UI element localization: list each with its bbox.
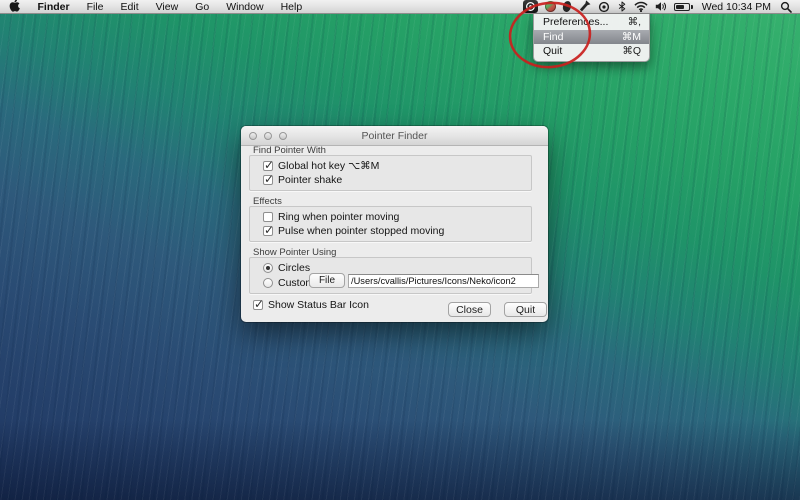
window-title-bar[interactable]: Pointer Finder <box>241 126 548 146</box>
menu-item-finder[interactable]: Finder <box>29 0 78 13</box>
checkbox-pulse-when-stopped[interactable] <box>263 226 273 236</box>
menu-item-window[interactable]: Window <box>218 0 272 13</box>
menu-item-shortcut: ⌘, <box>628 16 641 28</box>
quit-button[interactable]: Quit <box>504 302 547 317</box>
group-box-find-pointer-with: Global hot key ⌥⌘M Pointer shake <box>249 155 532 191</box>
zoom-window-button[interactable] <box>279 132 287 140</box>
menu-bar-status-area: Wed 10:34 PM <box>523 0 800 13</box>
menu-bar-left: Finder File Edit View Go Window Help <box>0 0 311 13</box>
option-circles[interactable]: Circles <box>263 262 310 274</box>
radio-circles[interactable] <box>263 263 273 273</box>
option-label: Pointer shake <box>278 174 342 186</box>
menu-item-file[interactable]: File <box>78 0 112 13</box>
battery-icon[interactable] <box>674 0 693 14</box>
minimize-window-button[interactable] <box>264 132 272 140</box>
close-button[interactable]: Close <box>448 302 491 317</box>
option-ring-when-moving[interactable]: Ring when pointer moving <box>263 211 399 223</box>
volume-icon[interactable] <box>655 0 667 14</box>
radio-custom[interactable] <box>263 278 273 288</box>
pointer-finder-window: Pointer Finder Find Pointer With Global … <box>241 126 548 322</box>
group-box-effects: Ring when pointer moving Pulse when poin… <box>249 206 532 242</box>
option-label: Ring when pointer moving <box>278 211 399 223</box>
menu-item-go[interactable]: Go <box>187 0 218 13</box>
pointer-finder-target-icon[interactable] <box>523 0 538 13</box>
group-box-show-pointer-using: Circles Custom File /Users/cvallis/Pictu… <box>249 257 532 294</box>
option-show-status-bar-icon[interactable]: Show Status Bar Icon <box>253 299 369 311</box>
menu-item-help[interactable]: Help <box>272 0 311 13</box>
menu-item-find[interactable]: Find ⌘M <box>534 30 649 45</box>
close-window-button[interactable] <box>249 132 257 140</box>
bluetooth-icon[interactable] <box>617 0 627 14</box>
file-button[interactable]: File <box>309 273 345 288</box>
menu-item-preferences[interactable]: Preferences... ⌘, <box>534 15 649 30</box>
dark-oval-app-icon[interactable] <box>563 0 571 14</box>
option-pulse-when-stopped[interactable]: Pulse when pointer stopped moving <box>263 225 444 237</box>
option-label: Pulse when pointer stopped moving <box>278 225 444 237</box>
menu-item-shortcut: ⌘Q <box>622 45 641 57</box>
record-target-icon[interactable] <box>598 0 610 14</box>
option-label: Circles <box>278 262 310 274</box>
window-title: Pointer Finder <box>241 130 548 142</box>
checkbox-ring-when-moving[interactable] <box>263 212 273 222</box>
menu-item-label: Preferences... <box>543 16 608 28</box>
menu-item-shortcut: ⌘M <box>622 31 641 43</box>
checkbox-show-status-bar-icon[interactable] <box>253 300 263 310</box>
menu-bar: Finder File Edit View Go Window Help <box>0 0 800 14</box>
globe-app-icon[interactable] <box>545 0 556 14</box>
menu-item-view[interactable]: View <box>147 0 187 13</box>
traffic-lights <box>249 132 287 140</box>
checkbox-pointer-shake[interactable] <box>263 175 273 185</box>
option-label: Show Status Bar Icon <box>268 299 369 311</box>
custom-path-field[interactable]: /Users/cvallis/Pictures/Icons/Neko/icon2 <box>348 274 539 288</box>
spotlight-icon[interactable] <box>780 0 792 14</box>
menu-item-edit[interactable]: Edit <box>112 0 147 13</box>
apple-logo-icon <box>9 0 20 15</box>
flashlight-icon[interactable] <box>578 0 591 14</box>
menu-item-quit[interactable]: Quit ⌘Q <box>534 44 649 59</box>
apple-menu[interactable] <box>9 0 29 13</box>
option-pointer-shake[interactable]: Pointer shake <box>263 174 342 186</box>
menu-bar-clock[interactable]: Wed 10:34 PM <box>700 1 773 13</box>
option-global-hot-key[interactable]: Global hot key ⌥⌘M <box>263 160 379 172</box>
option-label: Global hot key ⌥⌘M <box>278 160 379 172</box>
wifi-icon[interactable] <box>634 0 648 14</box>
menu-item-label: Find <box>543 31 563 43</box>
menu-item-label: Quit <box>543 45 562 57</box>
status-item-menu: Preferences... ⌘, Find ⌘M Quit ⌘Q <box>533 14 650 62</box>
option-custom[interactable]: Custom <box>263 277 314 289</box>
checkbox-global-hot-key[interactable] <box>263 161 273 171</box>
